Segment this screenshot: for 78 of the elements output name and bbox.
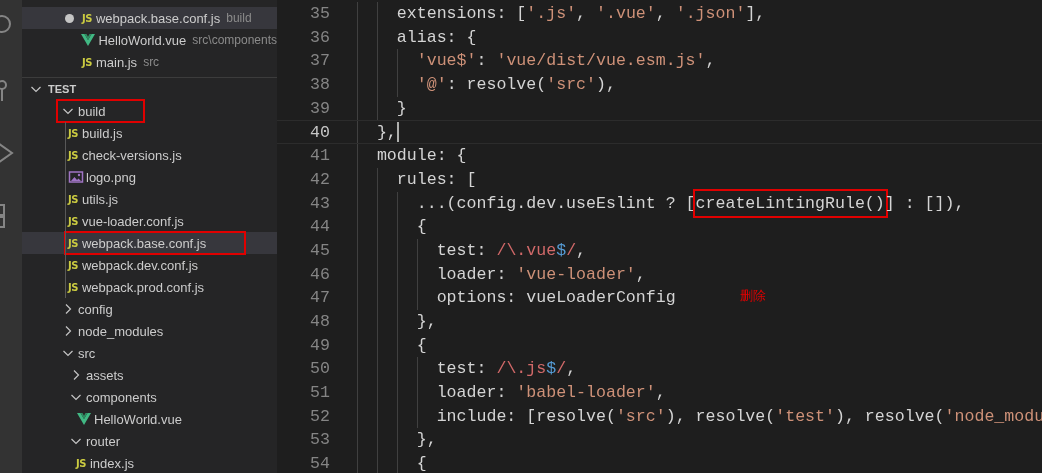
js-file-icon: JS (82, 56, 92, 68)
tree-item[interactable]: src (22, 342, 277, 364)
open-editor-item[interactable]: JS main.js src (22, 51, 277, 73)
code-line: loader: 'babel-loader', (357, 381, 666, 405)
js-file-icon: JS (68, 259, 78, 271)
line-number: 46 (309, 263, 330, 286)
tree-item[interactable]: router (22, 430, 277, 452)
code-line: options: vueLoaderConfig (357, 286, 676, 310)
line-number: 47 (309, 287, 330, 310)
code-line: rules: [ (357, 167, 477, 192)
tree-item[interactable]: JS build.js (22, 122, 277, 144)
tree-item[interactable]: node_modules (22, 320, 277, 342)
code-line: }, (357, 428, 437, 453)
line-number: 49 (309, 334, 330, 357)
js-file-icon: JS (68, 127, 78, 139)
tree-item[interactable]: JS check-versions.js (22, 144, 277, 166)
open-editor-item[interactable]: JS webpack.base.conf.js build (22, 7, 277, 29)
js-file-icon: JS (68, 215, 78, 227)
tree-item[interactable]: HelloWorld.vue (22, 408, 277, 430)
annotation-note: 删除 (740, 287, 766, 305)
js-file-icon: JS (68, 237, 78, 249)
tree-item[interactable]: JS utils.js (22, 188, 277, 210)
tree-item[interactable]: JS index.js (22, 452, 277, 473)
code-line: { (357, 452, 427, 473)
code-line: include: [resolve('src'), resolve('test'), resolve('node_modu (357, 404, 1042, 429)
image-file-icon (68, 169, 84, 185)
tree-item[interactable]: JS webpack.dev.conf.js (22, 254, 277, 276)
code-editor[interactable] (277, 0, 1042, 473)
explorer-header[interactable]: TEST (22, 78, 277, 100)
code-line: extensions: ['.js', '.vue', '.json'], (357, 2, 766, 26)
code-line: { (357, 333, 427, 358)
file-path: src (143, 55, 160, 69)
line-number: 43 (309, 192, 330, 215)
line-number: 35 (309, 3, 330, 25)
file-path: src\components (192, 33, 277, 47)
line-number: 40 (309, 122, 330, 144)
file-path: build (226, 11, 252, 25)
vue-file-icon (80, 32, 97, 48)
line-number: 51 (309, 382, 330, 404)
line-number: 39 (309, 97, 330, 120)
code-line: '@': resolve('src'), (357, 73, 616, 97)
tree-item[interactable]: assets (22, 364, 277, 386)
code-line: test: /\.js$/, (357, 357, 577, 381)
tree-item[interactable]: JS webpack.base.conf.js (22, 232, 277, 254)
code-line: alias: { (357, 25, 477, 50)
tree-item[interactable]: JS vue-loader.conf.js (22, 210, 277, 232)
code-line: test: /\.vue$/, (357, 238, 587, 263)
line-number: 52 (309, 405, 330, 428)
js-file-icon: JS (76, 457, 86, 469)
js-file-icon: JS (68, 281, 78, 293)
tree-item[interactable]: components (22, 386, 277, 408)
line-number: 50 (309, 358, 330, 381)
line-number: 44 (309, 216, 330, 239)
code-line: loader: 'vue-loader', (357, 262, 646, 287)
open-editor-item[interactable]: HelloWorld.vue src\components (22, 29, 277, 51)
line-number: 38 (309, 74, 330, 97)
vue-file-icon (76, 411, 92, 427)
line-number: 54 (309, 453, 330, 473)
line-number: 53 (309, 429, 330, 452)
line-number: 41 (309, 145, 330, 168)
tree-item[interactable]: JS webpack.prod.conf.js (22, 276, 277, 298)
line-number: 36 (309, 26, 330, 49)
tree-item[interactable]: logo.png (22, 166, 277, 188)
code-line: }, (357, 121, 399, 144)
code-line: } (357, 96, 407, 121)
line-number: 42 (309, 168, 330, 191)
js-file-icon: JS (82, 12, 92, 24)
tree-item[interactable]: config (22, 298, 277, 320)
line-number: 37 (309, 50, 330, 73)
js-file-icon: JS (68, 149, 78, 161)
line-number: 48 (309, 310, 330, 333)
tree-item[interactable]: build (22, 100, 277, 122)
code-line: 'vue$': 'vue/dist/vue.esm.js', (357, 49, 716, 74)
js-file-icon: JS (68, 193, 78, 205)
line-number: 45 (309, 239, 330, 262)
code-line: }, (357, 309, 437, 334)
code-line: { (357, 215, 427, 239)
code-line: module: { (357, 144, 467, 168)
